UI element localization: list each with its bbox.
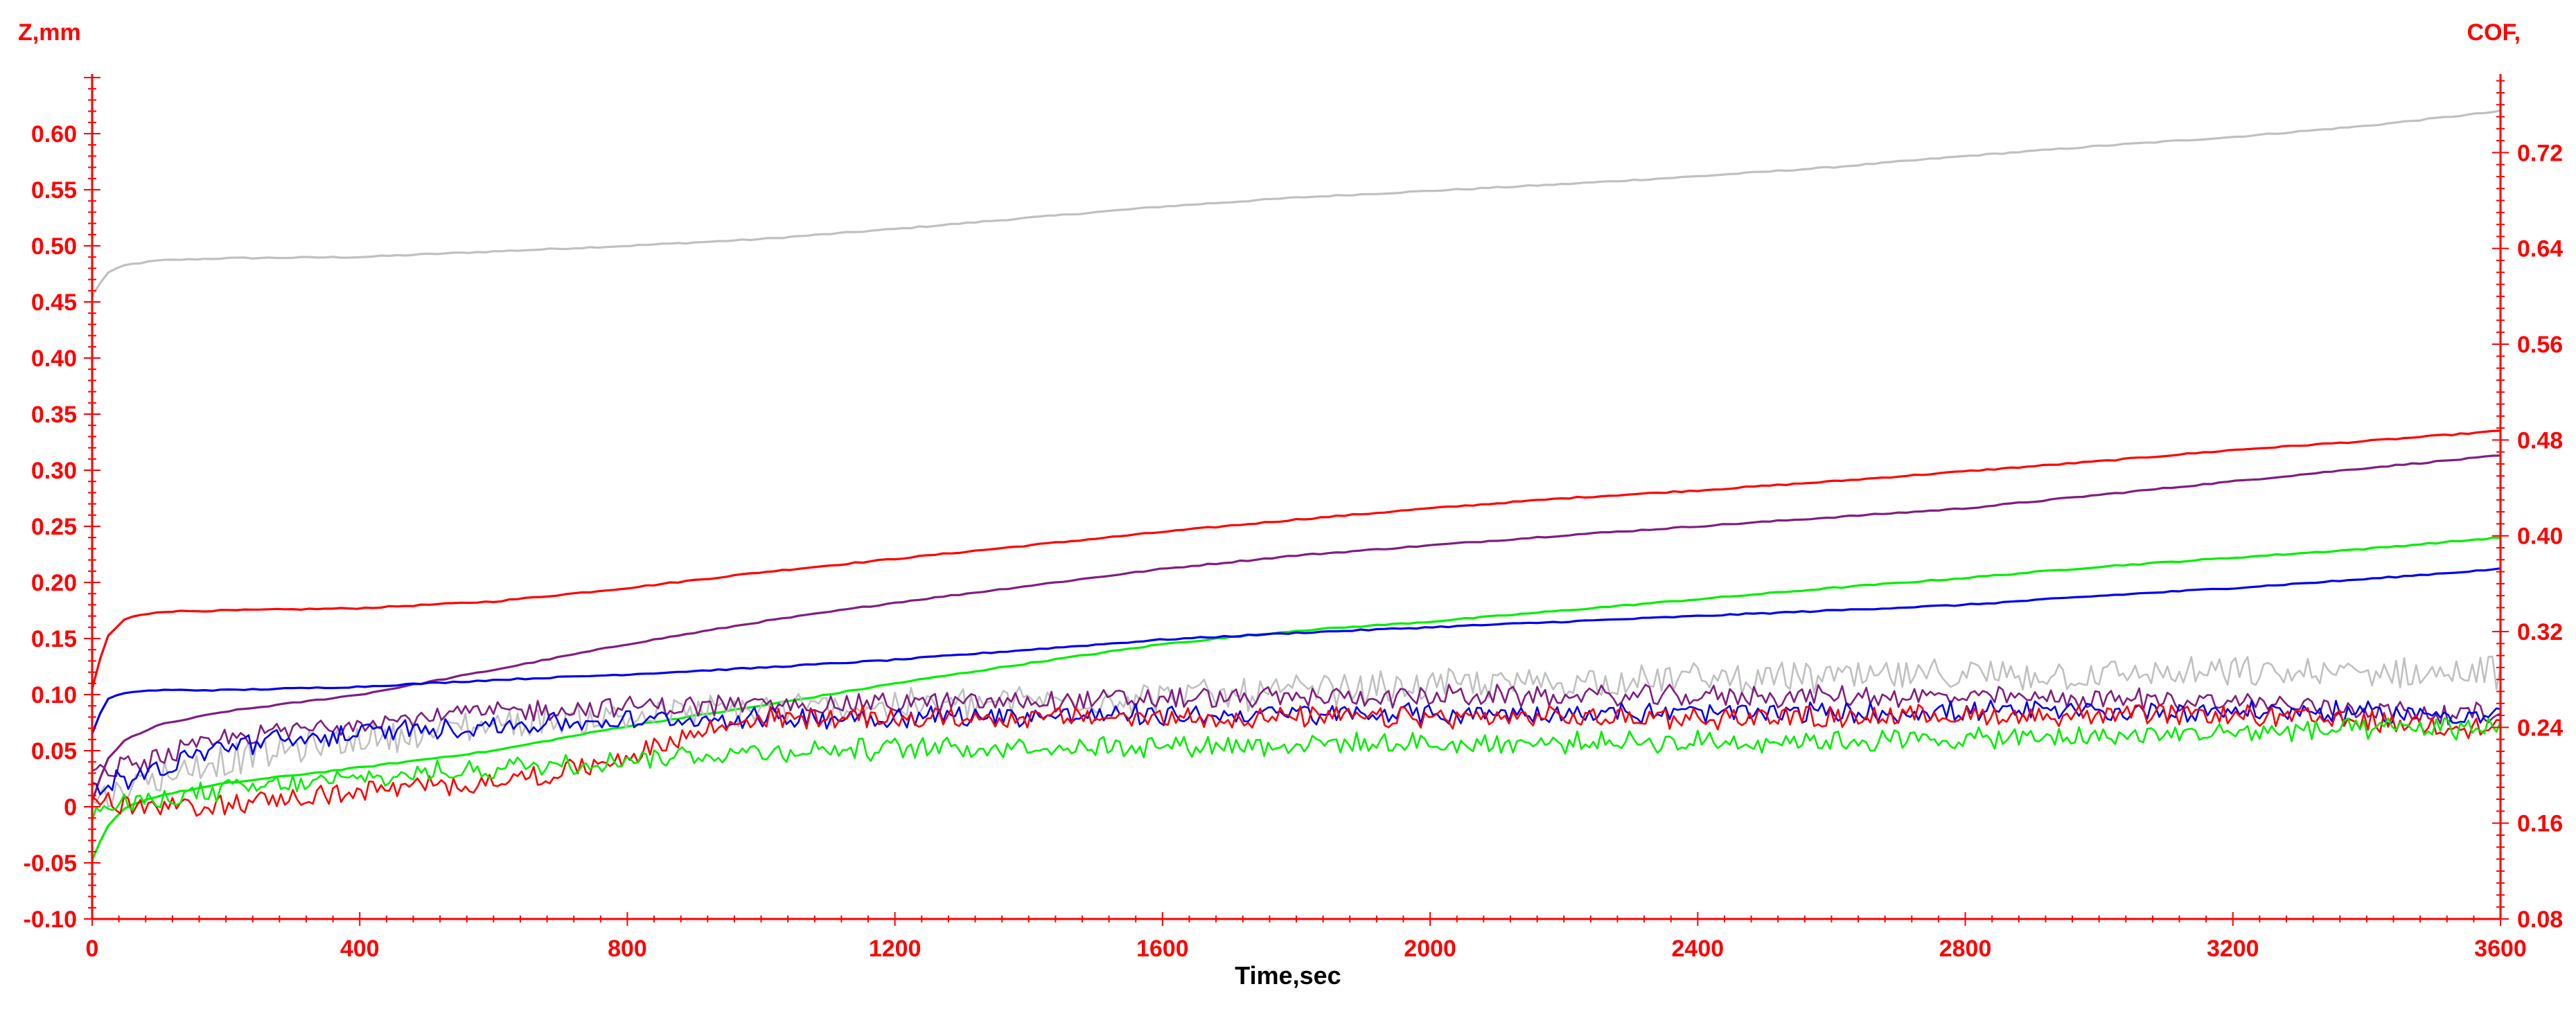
x-axis-tick-label: 3600 — [2474, 936, 2527, 962]
x-axis-tick-label: 1600 — [1136, 936, 1189, 962]
series-lines — [91, 109, 2502, 861]
left-axis-tick-label: 0.45 — [31, 289, 77, 316]
right-axis-tick-label: 0.40 — [2517, 524, 2563, 550]
x-axis-tick-label: 800 — [608, 936, 647, 962]
left-axis-tick-label: 0.35 — [31, 402, 77, 428]
left-axis-tick-label: 0.50 — [31, 233, 77, 260]
x-axis-tick-label: 1200 — [869, 936, 921, 962]
right-axis-tick-label: 0.48 — [2517, 427, 2563, 454]
tick-labels: -0.10 -0.05 0 0.05 0.10 0.15 0.20 0.25 0.30 0.35 0… — [24, 121, 2564, 962]
series-line-8 — [91, 704, 2500, 817]
right-axis-tick-label: 0.16 — [2517, 811, 2563, 837]
right-axis-tick-label: 0.64 — [2517, 236, 2563, 262]
x-axis-tick-label: 2400 — [1672, 936, 1724, 962]
right-axis-tick-label: 0.56 — [2517, 332, 2563, 358]
right-axis-tick-label: 0.08 — [2517, 907, 2563, 933]
left-axis-tick-label: 0.55 — [31, 177, 77, 204]
line-chart: -0.10 -0.05 0 0.05 0.10 0.15 0.20 0.25 0.30 0.35 0… — [24, 74, 2564, 962]
right-axis-tick-label: 0.32 — [2517, 619, 2563, 645]
left-axis-tick-label: -0.05 — [24, 850, 78, 877]
x-axis-tick-label: 3200 — [2207, 936, 2259, 962]
x-axis-tick-label: 2000 — [1404, 936, 1456, 962]
left-axis-tick-label: 0.30 — [31, 458, 77, 484]
series-line-0 — [91, 109, 2501, 297]
left-axis-tick-label: 0.25 — [31, 514, 77, 540]
series-line-2 — [91, 454, 2501, 802]
right-axis-tick-label: 0.24 — [2517, 715, 2563, 741]
left-axis-tick-label: 0.60 — [31, 121, 77, 148]
left-axis-tick-label: 0.20 — [31, 570, 77, 596]
series-line-4 — [91, 567, 2501, 734]
series-line-1 — [91, 429, 2501, 690]
left-axis-tick-label: 0 — [64, 794, 77, 821]
left-axis-tick-label: 0.05 — [31, 738, 77, 765]
left-axis-tick-label: 0.10 — [31, 682, 77, 708]
left-axis-tick-label: -0.10 — [24, 907, 78, 933]
left-axis-tick-label: 0.40 — [31, 346, 77, 372]
axes — [84, 74, 2509, 926]
x-axis-tick-label: 0 — [86, 936, 99, 962]
x-axis-tick-label: 400 — [340, 936, 380, 962]
right-axis-tick-label: 0.72 — [2517, 140, 2563, 166]
left-axis-tick-label: 0.15 — [31, 626, 77, 652]
series-line-6 — [91, 684, 2501, 778]
x-axis-tick-label: 2800 — [1939, 936, 1992, 962]
series-line-3 — [91, 536, 2501, 861]
